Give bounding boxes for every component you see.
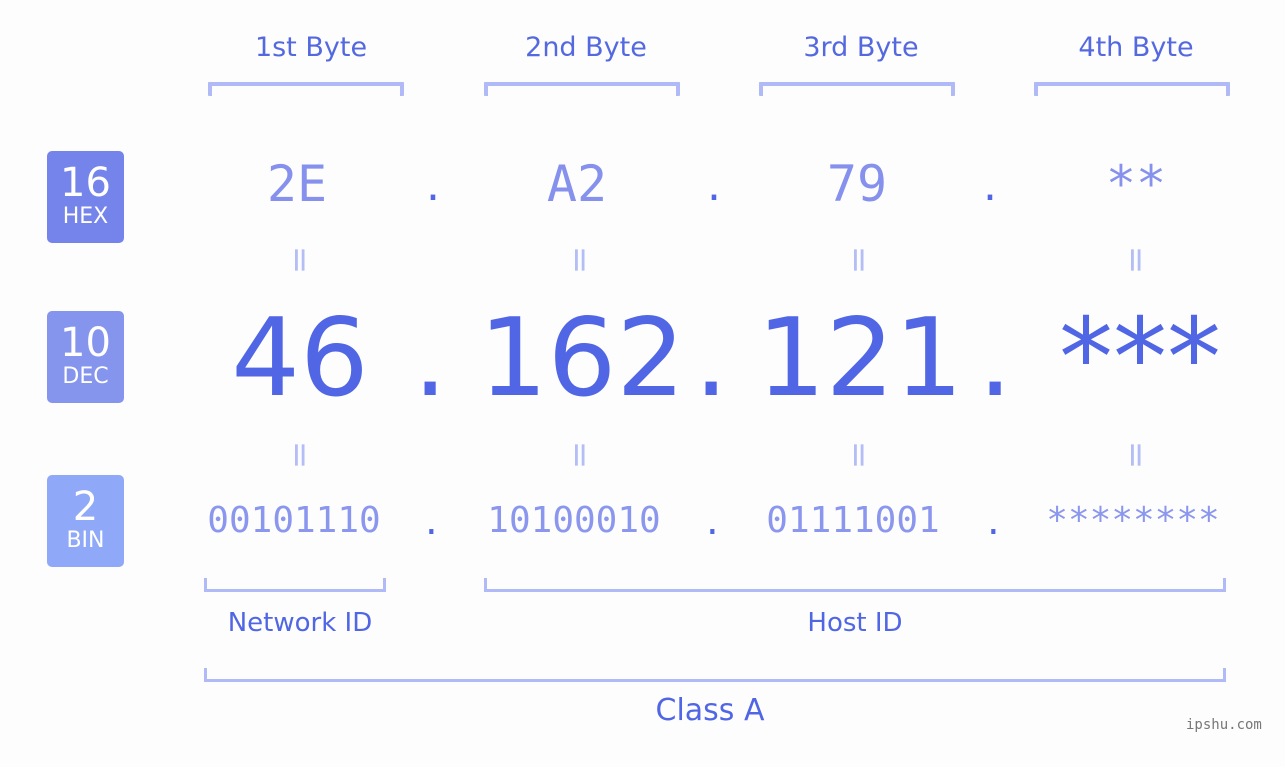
byte-label-4: 4th Byte (1078, 32, 1194, 63)
equals-icon: = (280, 440, 320, 470)
byte-bracket-2 (484, 82, 680, 96)
class-bracket (204, 668, 1226, 682)
watermark: ipshu.com (1186, 717, 1262, 733)
byte-bracket-1 (208, 82, 404, 96)
bin-value-4: ******** (1046, 500, 1220, 541)
bin-value-1: 00101110 (207, 500, 381, 541)
dec-separator: . (978, 296, 1013, 421)
dec-value-3: 121 (756, 296, 964, 421)
dec-value-1: 46 (231, 296, 369, 421)
hex-badge-number: 16 (60, 160, 111, 206)
hex-value-3: 79 (826, 155, 888, 213)
bin-separator: . (987, 498, 1000, 544)
byte-label-1: 1st Byte (254, 32, 368, 63)
hex-separator: . (983, 160, 997, 211)
bin-badge-number: 2 (72, 484, 99, 530)
host-id-bracket (484, 578, 1226, 592)
hex-value-4: ** (1105, 155, 1167, 213)
dec-value-4: *** (1059, 296, 1221, 421)
byte-bracket-3 (759, 82, 955, 96)
network-id-bracket (204, 578, 386, 592)
equals-icon: = (839, 440, 879, 470)
equals-icon: = (560, 245, 600, 275)
byte-label-2: 2nd Byte (525, 32, 647, 63)
bin-value-2: 10100010 (487, 500, 661, 541)
hex-separator: . (426, 160, 440, 211)
equals-icon: = (560, 440, 600, 470)
bin-badge: 2 BIN (47, 475, 124, 567)
hex-separator: . (707, 160, 721, 211)
dec-separator: . (694, 296, 729, 421)
equals-icon: = (839, 245, 879, 275)
dec-badge-label: DEC (62, 364, 109, 389)
bin-separator: . (425, 498, 438, 544)
equals-icon: = (1116, 245, 1156, 275)
dec-badge-number: 10 (60, 320, 111, 366)
hex-badge: 16 HEX (47, 151, 124, 243)
host-id-label: Host ID (807, 608, 903, 638)
equals-icon: = (1116, 440, 1156, 470)
dec-badge: 10 DEC (47, 311, 124, 403)
bin-value-3: 01111001 (766, 500, 940, 541)
bin-badge-label: BIN (66, 528, 105, 553)
network-id-label: Network ID (227, 608, 373, 638)
byte-label-3: 3rd Byte (803, 32, 919, 63)
hex-value-2: A2 (546, 155, 608, 213)
equals-icon: = (280, 245, 320, 275)
byte-bracket-4 (1034, 82, 1230, 96)
dec-value-2: 162 (478, 296, 686, 421)
bin-separator: . (706, 498, 719, 544)
dec-separator: . (413, 296, 448, 421)
hex-badge-label: HEX (62, 204, 109, 229)
hex-value-1: 2E (266, 155, 328, 213)
class-label: Class A (655, 693, 765, 728)
